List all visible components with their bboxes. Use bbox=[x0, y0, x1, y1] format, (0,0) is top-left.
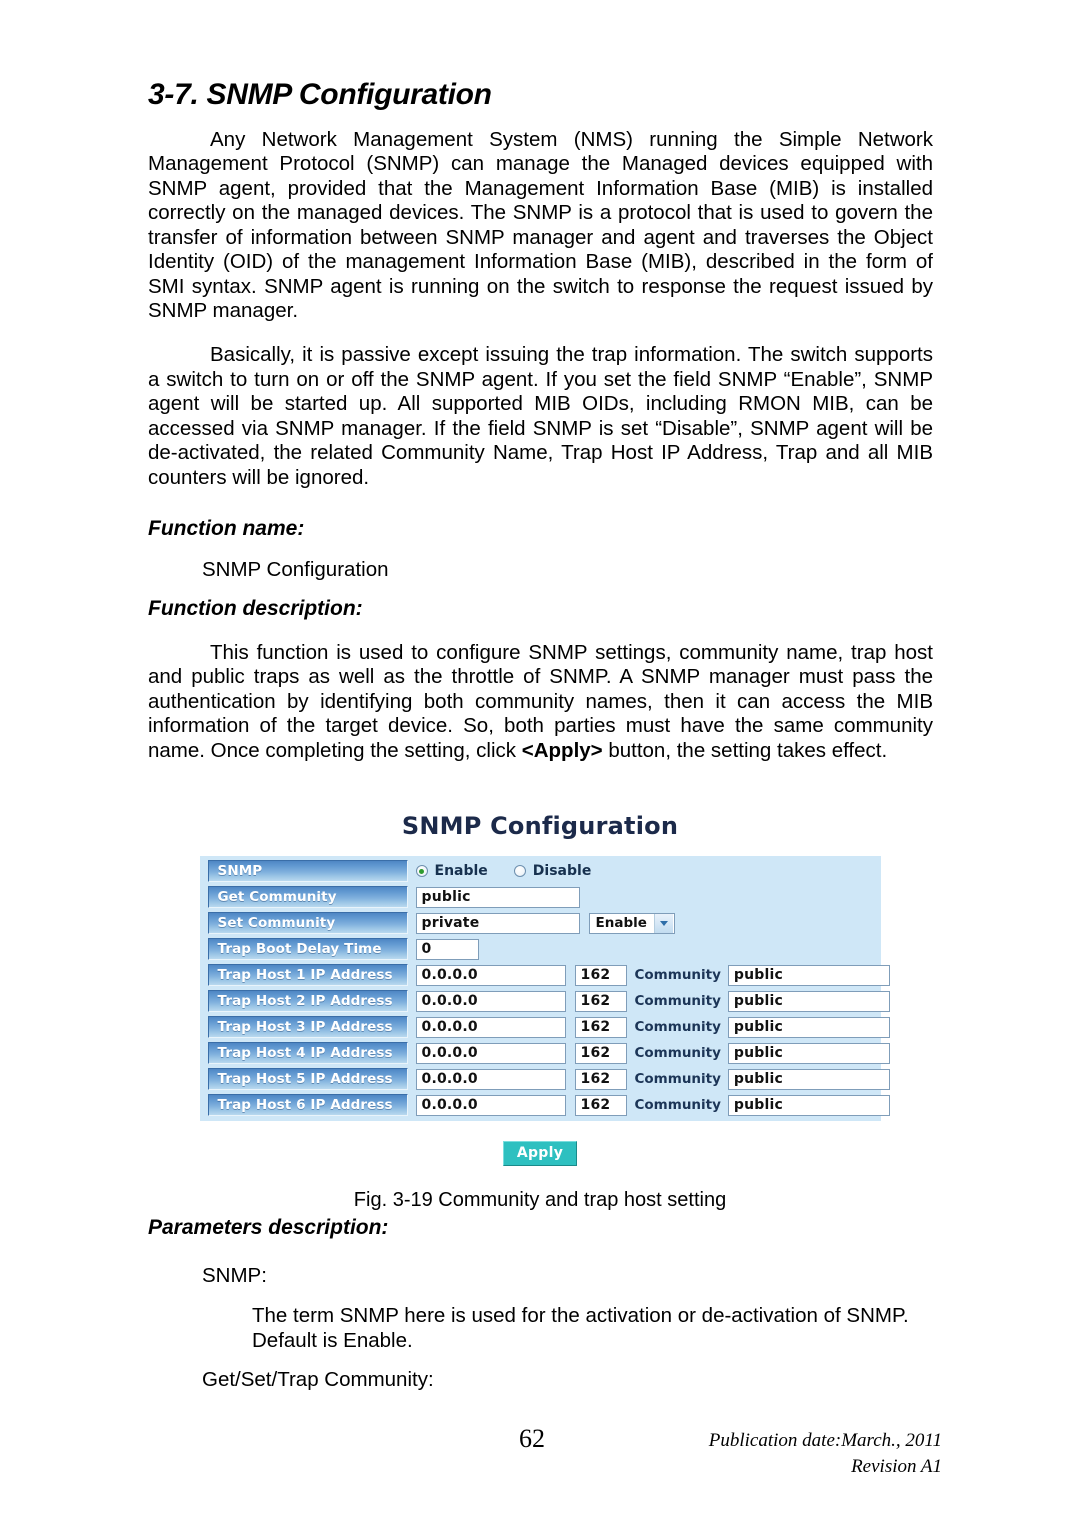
trap-host-3-ip-input[interactable]: 0.0.0.0 bbox=[415, 1016, 566, 1038]
table-row: Trap Host 1 IP Address 0.0.0.0 162 Commu… bbox=[200, 963, 890, 987]
function-description-paragraph: This function is used to configure SNMP … bbox=[148, 641, 933, 763]
text-column: 3-7. SNMP Configuration Any Network Mana… bbox=[148, 78, 933, 763]
function-description-heading: Function description: bbox=[148, 596, 363, 620]
param-snmp-label: SNMP: bbox=[202, 1264, 267, 1287]
trap-host-1-ip-input[interactable]: 0.0.0.0 bbox=[415, 964, 566, 986]
label-snmp: SNMP bbox=[207, 860, 408, 882]
trap-host-4-community-label: Community bbox=[634, 1045, 721, 1061]
trap-host-1-port-input[interactable]: 162 bbox=[574, 964, 627, 986]
table-row: Trap Host 4 IP Address 0.0.0.0 162 Commu… bbox=[200, 1041, 890, 1065]
trap-host-6-community-input[interactable]: public bbox=[727, 1094, 890, 1116]
parameters-description-heading: Parameters description: bbox=[148, 1216, 389, 1239]
function-name-value: SNMP Configuration bbox=[202, 558, 389, 582]
trap-host-4-ip-input[interactable]: 0.0.0.0 bbox=[415, 1042, 566, 1064]
table-row: Trap Host 3 IP Address 0.0.0.0 162 Commu… bbox=[200, 1015, 890, 1039]
intro-paragraph-2: Basically, it is passive except issuing … bbox=[148, 343, 933, 489]
function-name-heading: Function name: bbox=[148, 517, 305, 541]
radio-disable[interactable]: Disable bbox=[513, 863, 592, 879]
label-get-community: Get Community bbox=[207, 886, 408, 908]
trap-host-6-ip-input[interactable]: 0.0.0.0 bbox=[415, 1094, 566, 1116]
label-trap-host-1: Trap Host 1 IP Address bbox=[207, 964, 408, 986]
radio-enable-label: Enable bbox=[434, 863, 488, 879]
panel-title: SNMP Configuration bbox=[401, 812, 679, 840]
trap-host-3-port-input[interactable]: 162 bbox=[574, 1016, 627, 1038]
row-get-community: Get Community public bbox=[200, 885, 881, 909]
trap-host-1-community-input[interactable]: public bbox=[727, 964, 890, 986]
label-trap-host-4: Trap Host 4 IP Address bbox=[207, 1042, 408, 1064]
publication-info: Publication date:March., 2011 Revision A… bbox=[709, 1428, 942, 1479]
table-row: Trap Host 2 IP Address 0.0.0.0 162 Commu… bbox=[200, 989, 890, 1013]
trap-host-3-zone: 0.0.0.0 162 Community public bbox=[408, 1016, 890, 1038]
get-community-input[interactable]: public bbox=[415, 886, 580, 908]
trap-host-4-port-input[interactable]: 162 bbox=[574, 1042, 627, 1064]
trap-host-2-community-input[interactable]: public bbox=[727, 990, 890, 1012]
table-row: Trap Host 5 IP Address 0.0.0.0 162 Commu… bbox=[200, 1067, 890, 1091]
trap-host-6-community-label: Community bbox=[634, 1097, 721, 1113]
function-description-post: button, the setting takes effect. bbox=[602, 738, 888, 762]
trap-host-2-zone: 0.0.0.0 162 Community public bbox=[408, 990, 890, 1012]
label-trap-host-6: Trap Host 6 IP Address bbox=[207, 1094, 408, 1116]
snmp-configuration-figure: SNMP Configuration SNMP Enable Disable G… bbox=[0, 812, 1080, 1212]
label-trap-host-5: Trap Host 5 IP Address bbox=[207, 1068, 408, 1090]
trap-host-3-community-input[interactable]: public bbox=[727, 1016, 890, 1038]
label-trap-boot-delay: Trap Boot Delay Time bbox=[207, 938, 408, 960]
parameters-section: Parameters description: SNMP: The term S… bbox=[148, 1216, 933, 1392]
get-community-zone: public bbox=[408, 886, 881, 908]
trap-host-1-community-label: Community bbox=[634, 967, 721, 983]
document-page: 3-7. SNMP Configuration Any Network Mana… bbox=[0, 0, 1080, 1526]
revision: Revision A1 bbox=[851, 1455, 942, 1477]
label-trap-host-2: Trap Host 2 IP Address bbox=[207, 990, 408, 1012]
param-community-label: Get/Set/Trap Community: bbox=[202, 1367, 434, 1391]
figure-caption: Fig. 3-19 Community and trap host settin… bbox=[353, 1189, 727, 1211]
snmp-radio-group: Enable Disable bbox=[415, 863, 618, 879]
page-footer: 62 Publication date:March., 2011 Revisio… bbox=[0, 1424, 1080, 1504]
set-community-access-value: Enable bbox=[595, 915, 647, 931]
radio-disable-label: Disable bbox=[532, 863, 592, 879]
apply-button-wrap: Apply bbox=[0, 1141, 1080, 1166]
param-snmp-text: The term SNMP here is used for the activ… bbox=[252, 1303, 909, 1353]
snmp-configuration-panel: SNMP Enable Disable Get Community public… bbox=[199, 856, 890, 1121]
trap-host-2-community-label: Community bbox=[634, 993, 721, 1009]
publication-date: Publication date:March., 2011 bbox=[708, 1430, 942, 1451]
trap-boot-delay-zone: 0 bbox=[408, 938, 881, 960]
apply-inline-reference: <Apply> bbox=[521, 738, 603, 762]
row-snmp: SNMP Enable Disable bbox=[200, 859, 881, 883]
label-set-community: Set Community bbox=[207, 912, 408, 934]
page-title: 3-7. SNMP Configuration bbox=[148, 78, 492, 111]
set-community-access-select[interactable]: Enable bbox=[588, 912, 675, 934]
trap-host-3-community-label: Community bbox=[634, 1019, 721, 1035]
table-row: Trap Host 6 IP Address 0.0.0.0 162 Commu… bbox=[200, 1093, 890, 1117]
radio-enable[interactable]: Enable bbox=[415, 863, 488, 879]
trap-host-5-zone: 0.0.0.0 162 Community public bbox=[408, 1068, 890, 1090]
trap-host-5-community-input[interactable]: public bbox=[727, 1068, 890, 1090]
trap-host-5-port-input[interactable]: 162 bbox=[574, 1068, 627, 1090]
trap-host-2-port-input[interactable]: 162 bbox=[574, 990, 627, 1012]
trap-host-4-community-input[interactable]: public bbox=[727, 1042, 890, 1064]
label-trap-host-3: Trap Host 3 IP Address bbox=[207, 1016, 408, 1038]
trap-host-6-port-input[interactable]: 162 bbox=[574, 1094, 627, 1116]
trap-boot-delay-input[interactable]: 0 bbox=[415, 938, 479, 960]
trap-host-6-zone: 0.0.0.0 162 Community public bbox=[408, 1094, 890, 1116]
page-number: 62 bbox=[519, 1424, 545, 1453]
set-community-zone: private Enable bbox=[408, 912, 881, 934]
trap-host-4-zone: 0.0.0.0 162 Community public bbox=[408, 1042, 890, 1064]
trap-host-5-ip-input[interactable]: 0.0.0.0 bbox=[415, 1068, 566, 1090]
intro-paragraph-1: Any Network Management System (NMS) runn… bbox=[148, 127, 933, 322]
apply-button[interactable]: Apply bbox=[502, 1141, 578, 1166]
trap-host-2-ip-input[interactable]: 0.0.0.0 bbox=[415, 990, 566, 1012]
set-community-input[interactable]: private bbox=[415, 912, 580, 934]
chevron-down-icon[interactable] bbox=[653, 913, 673, 933]
snmp-radio-zone: Enable Disable bbox=[408, 863, 881, 879]
row-set-community: Set Community private Enable bbox=[200, 911, 881, 935]
trap-host-5-community-label: Community bbox=[634, 1071, 721, 1087]
radio-enable-icon[interactable] bbox=[415, 865, 428, 877]
row-trap-boot-delay: Trap Boot Delay Time 0 bbox=[200, 937, 881, 961]
radio-disable-icon[interactable] bbox=[513, 865, 526, 877]
trap-host-1-zone: 0.0.0.0 162 Community public bbox=[408, 964, 890, 986]
